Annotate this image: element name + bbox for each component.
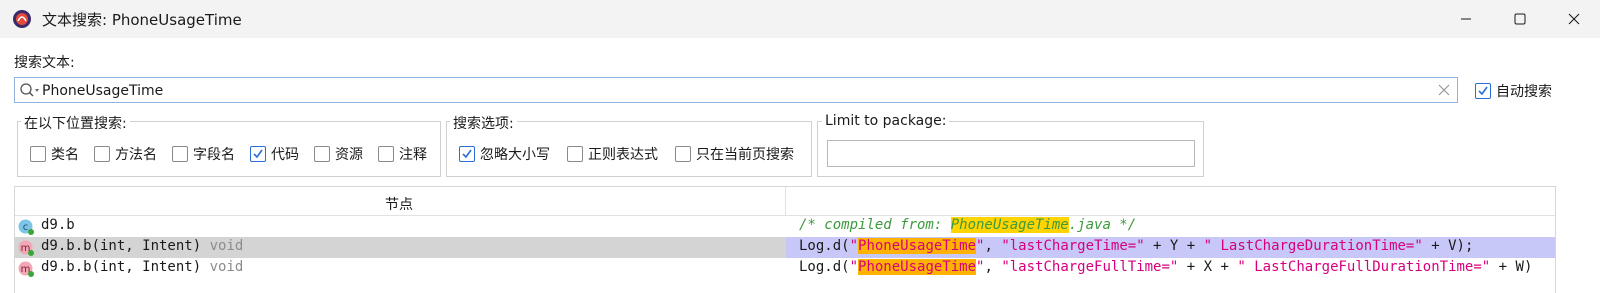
checkbox[interactable]	[250, 146, 266, 162]
method-m-icon: m	[18, 240, 34, 256]
close-button[interactable]	[1551, 0, 1597, 38]
minimize-icon	[1461, 18, 1471, 20]
result-row[interactable]: c d9.b /* compiled from: PhoneUsageTime.…	[15, 216, 1555, 237]
checkbox[interactable]	[378, 146, 394, 162]
checkbox[interactable]	[459, 146, 475, 162]
code-snippet: Log.d("PhoneUsageTime", "lastChargeFullT…	[799, 259, 1533, 275]
option-label: 注释	[399, 147, 427, 163]
return-type: void	[209, 238, 244, 254]
option-comment[interactable]: 注释	[378, 144, 427, 164]
code-snippet: /* compiled from: PhoneUsageTime.java */	[799, 217, 1137, 233]
clear-search-icon[interactable]	[1437, 83, 1451, 97]
checkbox[interactable]	[94, 146, 110, 162]
search-icon[interactable]	[19, 82, 41, 100]
result-row[interactable]: m d9.b.b(int, Intent) void Log.d("PhoneU…	[15, 258, 1555, 279]
maximize-icon	[1514, 13, 1526, 25]
title-bar: 文本搜索: PhoneUsageTime	[0, 0, 1600, 38]
results-table[interactable]: 节点 c d9.b /* compiled from: PhoneUsageTi…	[14, 186, 1556, 293]
close-icon	[1568, 13, 1580, 25]
code-snippet: Log.d("PhoneUsageTime", "lastChargeTime=…	[799, 238, 1474, 254]
auto-search-checkbox[interactable]: 自动搜索	[1475, 81, 1552, 101]
checkbox[interactable]	[314, 146, 330, 162]
method-m-icon: m	[18, 261, 34, 277]
match-highlight: PhoneUsageTime	[858, 259, 977, 275]
node-name: d9.b.b(int, Intent) void	[41, 238, 244, 254]
match-highlight: PhoneUsageTime	[858, 238, 977, 254]
option-label: 正则表达式	[588, 147, 658, 163]
limit-package-title: Limit to package:	[822, 113, 950, 129]
option-label: 资源	[335, 147, 363, 163]
package-input[interactable]	[827, 140, 1195, 167]
window-title: 文本搜索: PhoneUsageTime	[42, 11, 242, 29]
option-field-name[interactable]: 字段名	[172, 144, 235, 164]
option-label: 方法名	[115, 147, 157, 163]
auto-search-label: 自动搜索	[1496, 84, 1552, 100]
checkbox[interactable]	[567, 146, 583, 162]
checkbox[interactable]	[172, 146, 188, 162]
checkbox[interactable]	[30, 146, 46, 162]
svg-text:c: c	[23, 222, 29, 233]
auto-search-check[interactable]	[1475, 83, 1491, 99]
option-label: 代码	[271, 147, 299, 163]
option-ignore-case[interactable]: 忽略大小写	[459, 144, 550, 164]
option-regex[interactable]: 正则表达式	[567, 144, 658, 164]
search-in-title: 在以下位置搜索:	[21, 113, 130, 133]
checkbox[interactable]	[675, 146, 691, 162]
option-class-name[interactable]: 类名	[30, 144, 79, 164]
result-row-selected[interactable]: m d9.b.b(int, Intent) void Log.d("PhoneU…	[15, 237, 1555, 258]
class-c-icon: c	[18, 219, 34, 235]
search-text-label: 搜索文本:	[14, 55, 75, 71]
option-method-name[interactable]: 方法名	[94, 144, 157, 164]
search-options-title: 搜索选项:	[450, 113, 517, 133]
minimize-button[interactable]	[1443, 0, 1489, 38]
option-label: 忽略大小写	[480, 147, 550, 163]
node-name: d9.b.b(int, Intent) void	[41, 259, 244, 275]
column-node-header[interactable]: 节点	[385, 194, 413, 214]
results-header: 节点	[15, 187, 1555, 216]
return-type: void	[209, 259, 244, 275]
match-highlight: PhoneUsageTime	[950, 217, 1069, 233]
option-label: 字段名	[193, 147, 235, 163]
node-name: d9.b	[41, 217, 75, 233]
option-current-page-only[interactable]: 只在当前页搜索	[675, 144, 794, 164]
option-label: 类名	[51, 147, 79, 163]
maximize-button[interactable]	[1497, 0, 1543, 38]
app-logo-icon	[12, 9, 32, 29]
option-code[interactable]: 代码	[250, 144, 299, 164]
column-divider[interactable]	[785, 187, 786, 216]
option-resource[interactable]: 资源	[314, 144, 363, 164]
search-box[interactable]	[14, 77, 1458, 103]
search-input[interactable]	[42, 81, 1422, 100]
option-label: 只在当前页搜索	[696, 147, 794, 163]
